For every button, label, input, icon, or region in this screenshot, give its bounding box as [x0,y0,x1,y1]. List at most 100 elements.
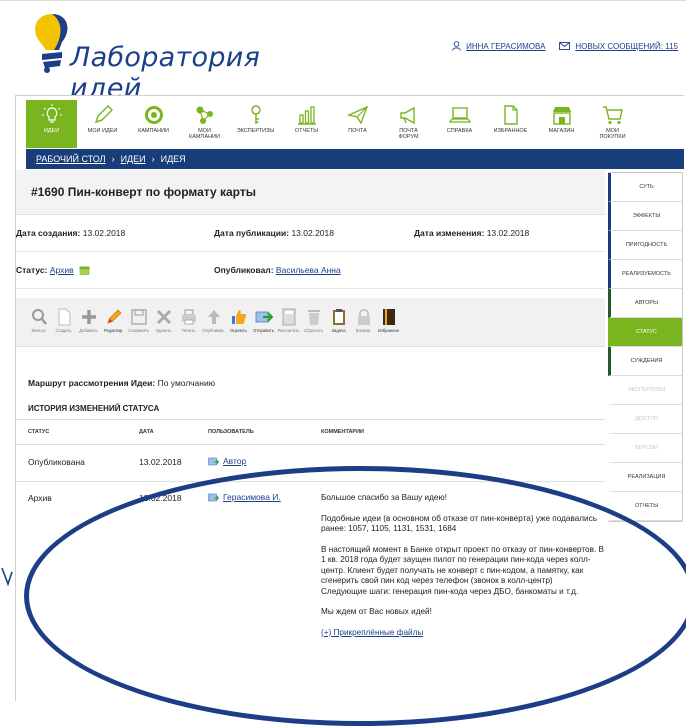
user-link[interactable]: Герасимова И. [223,492,281,502]
toolbar-button-label: Рассчитать [277,328,300,333]
publish-icon [207,310,220,324]
thumbs-up-icon [231,310,246,324]
comment-paragraph: Большое спасибо за Вашу идею! [321,493,447,502]
toolbar-button-14[interactable]: Избранное [376,306,401,348]
breadcrumb-current: ИДЕЯ [160,154,186,164]
toolbar: Фильтр Создать Добавить Редактир. Сохранить У… [16,298,605,347]
nav-item-label: ПОЧТА ФОРУМ [398,128,419,140]
print-icon [181,309,196,325]
status-field: Статус: Архив [16,265,90,276]
sidebar-item-3[interactable]: РЕАЛИЗУЕМОСТЬ [608,260,682,289]
sidebar-item-0[interactable]: СУТЬ [608,173,682,202]
toolbar-button-3[interactable]: Редактир. [101,306,126,348]
comment-paragraph: Подобные идеи (в основном об отказе от п… [321,513,597,534]
nav-item-5[interactable]: ОТЧЕТЫ [281,100,332,148]
toolbar-button-10[interactable]: Рассчитать [276,306,301,348]
sidebar-item-6[interactable]: СУЖДЕНИЯ [608,347,682,376]
lightbulb-logo-icon [35,14,68,73]
row-user: Автор [208,456,246,467]
toolbar-button-5[interactable]: Удалить [151,306,176,348]
sidebar-item-10[interactable]: РЕАЛИЗАЦИЯ [608,463,682,492]
sidebar-item-1[interactable]: ЭФФЕКТЫ [608,202,682,231]
toolbar-button-4[interactable]: Сохранить [126,306,151,348]
bar-chart-icon [297,106,316,125]
toolbar-button-12[interactable]: Задача [326,306,351,348]
lock-icon [357,309,370,325]
user-card-icon [208,493,219,502]
nav-item-0[interactable]: ИДЕИ [26,100,77,148]
megaphone-icon [399,106,415,125]
toolbar-button-label: Блокир. [355,328,372,333]
toolbar-button-label: Задача [331,328,346,333]
nav-item-label: МАГАЗИН [548,128,575,134]
user-links: ИННА ГЕРАСИМОВА НОВЫХ СООБЩЕНИЙ: 115 [452,41,678,51]
comment-paragraph: Мы ждем от Вас новых идей! [321,607,432,616]
trash-icon [307,310,320,325]
sidebar-item-5[interactable]: СТАТУС [608,318,682,347]
main-frame: ИДЕИ МОИ ИДЕИ КАМПАНИИ МОИ КАМПАНИИ ЭКСПЕРТИ… [15,95,684,701]
toolbar-buttons: Фильтр Создать Добавить Редактир. Сохранить У… [26,306,401,348]
nav-item-label: МОИ ПОКУПКИ [599,128,626,140]
breadcrumb-ideas[interactable]: ИДЕИ [121,154,146,164]
user-profile-link[interactable]: ИННА ГЕРАСИМОВА [452,41,545,51]
toolbar-button-11[interactable]: Сбросить [301,306,326,348]
nav-item-2[interactable]: КАМПАНИИ [128,100,179,148]
nav-item-8[interactable]: СПРАВКА [434,100,485,148]
nav-item-label: ИЗБРАННОЕ [493,128,528,134]
status-link[interactable]: Архив [50,265,74,275]
toolbar-button-7[interactable]: Опубликов. [201,306,226,348]
nav-item-1[interactable]: МОИ ИДЕИ [77,100,128,148]
row-date: 13.02.2018 [139,457,182,467]
toolbar-button-label: Избранное [377,328,400,333]
breadcrumb-separator: › [151,154,155,164]
publisher-link[interactable]: Васильева Анна [276,265,341,275]
cart-icon [602,106,623,125]
review-route: Маршрут рассмотрения Идеи: По умолчанию [28,378,216,388]
toolbar-button-2[interactable]: Добавить [76,306,101,348]
column-user: ПОЛЬЗОВАТЕЛЬ [208,429,254,435]
sidebar-item-2[interactable]: ПРИГОДНОСТЬ [608,231,682,260]
toolbar-button-8[interactable]: Оценить [226,306,251,348]
user-name: ИННА ГЕРАСИМОВА [466,41,546,51]
bookmark-icon [382,309,395,325]
toolbar-button-1[interactable]: Создать [51,306,76,348]
nav-item-6[interactable]: ПОЧТА [332,100,383,148]
status-row: Статус: Архив Опубликовал: Васильева Анн… [16,252,605,289]
breadcrumb-home[interactable]: РАБОЧИЙ СТОЛ [36,154,106,164]
sidebar-item-8: ДОСТУП [608,405,682,434]
comment-text: Большое спасибо за Вашу идею! Подобные и… [321,493,606,637]
toolbar-button-13[interactable]: Блокир. [351,306,376,348]
sidebar-item-4[interactable]: АВТОРЫ [608,289,682,318]
attachments-link[interactable]: (+) Прикреплённые файлы [321,628,423,637]
nav-item-11[interactable]: МОИ ПОКУПКИ [587,100,638,148]
toolbar-button-9[interactable]: Отправить [251,306,276,348]
nav-item-3[interactable]: МОИ КАМПАНИИ [179,100,230,148]
created-date: Дата создания: 13.02.2018 [16,228,126,238]
user-link[interactable]: Автор [223,456,246,466]
nav-item-7[interactable]: ПОЧТА ФОРУМ [383,100,434,148]
nav-item-4[interactable]: ЭКСПЕРТИЗЫ [230,100,281,148]
toolbar-button-label: Создать [55,328,72,333]
toolbar-button-label: Опубликов. [202,328,225,333]
delete-icon [156,309,171,325]
sidebar-item-11[interactable]: ОТЧЕТЫ [608,492,682,521]
toolbar-button-0[interactable]: Фильтр [26,306,51,348]
search-icon [31,309,47,325]
target-icon [144,106,163,124]
logo[interactable]: Лаборатория идей [30,12,290,104]
nav-item-9[interactable]: ИЗБРАННОЕ [485,100,536,148]
nav-item-label: ЭКСПЕРТИЗЫ [236,128,275,134]
user-icon [452,41,461,51]
row-user: Герасимова И. [208,492,281,503]
plus-icon [81,310,96,324]
toolbar-button-label: Добавить [79,328,98,333]
laptop-icon [448,107,471,123]
toolbar-button-label: Отправить [253,328,274,333]
messages-link[interactable]: НОВЫХ СООБЩЕНИЙ: 115 [559,42,678,51]
breadcrumb-separator: › [111,154,115,164]
user-card-icon [208,457,219,466]
nav-item-label: ПОЧТА [348,128,367,134]
toolbar-button-6[interactable]: Печать [176,306,201,348]
pencil-icon [94,105,113,124]
nav-item-10[interactable]: МАГАЗИН [536,100,587,148]
